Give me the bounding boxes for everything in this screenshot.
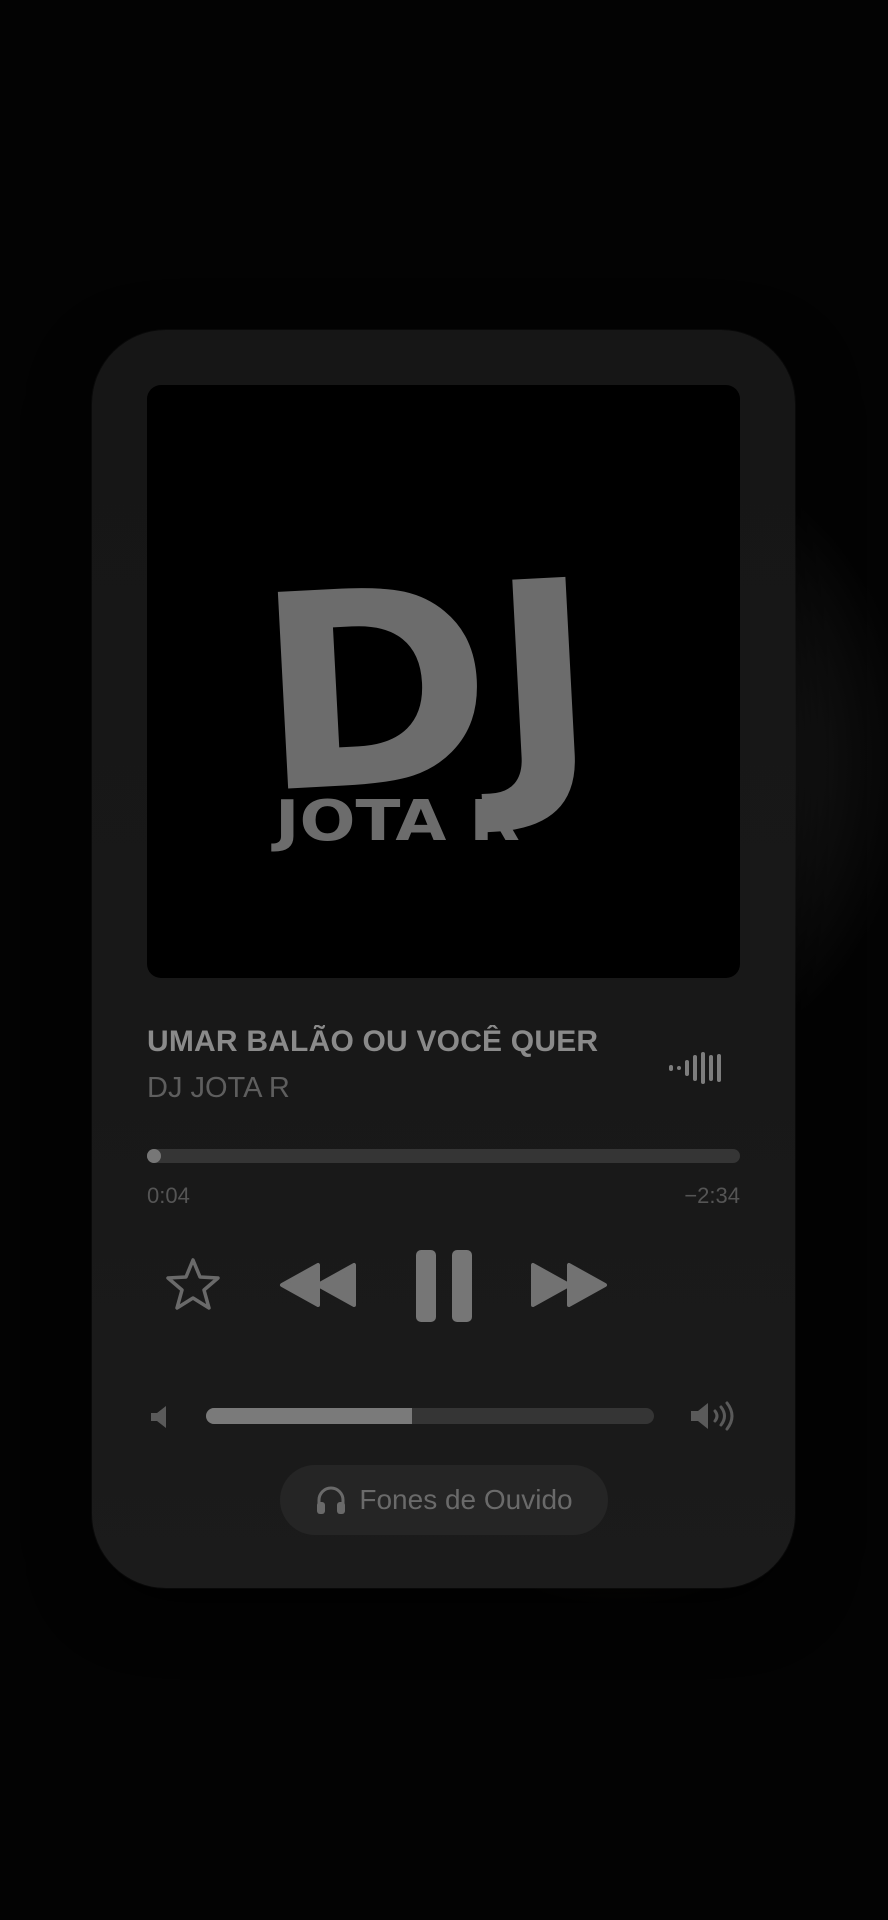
artist-name[interactable]: DJ JOTA R <box>147 1072 290 1105</box>
now-playing-card: DJ JOTA R UMAR BALÃO OU VOCÊ QUER DJ JOT… <box>92 330 795 1588</box>
star-icon[interactable] <box>164 1256 222 1314</box>
volume-slider[interactable] <box>206 1408 654 1424</box>
pause-icon[interactable] <box>414 1248 474 1324</box>
track-title[interactable]: UMAR BALÃO OU VOCÊ QUER <box>147 1025 617 1059</box>
audio-output-button[interactable]: Fones de Ouvido <box>280 1465 608 1535</box>
volume-level <box>206 1408 413 1424</box>
time-remaining: −2:34 <box>684 1183 740 1208</box>
logo-small-text: JOTA R <box>270 789 520 854</box>
time-elapsed: 0:04 <box>147 1183 190 1208</box>
rewind-icon[interactable] <box>277 1261 359 1309</box>
audio-output-label: Fones de Ouvido <box>359 1484 573 1515</box>
playback-scrubber[interactable] <box>147 1149 740 1163</box>
speaker-low-icon <box>151 1406 166 1428</box>
track-title-container: UMAR BALÃO OU VOCÊ QUER <box>147 1025 617 1059</box>
speaker-high-icon <box>691 1401 734 1431</box>
playback-progress <box>147 1149 161 1163</box>
headphones-icon <box>317 1486 346 1514</box>
fast-forward-icon[interactable] <box>528 1261 610 1309</box>
dj-logo: DJ JOTA R <box>249 521 605 854</box>
album-artwork: DJ JOTA R <box>147 385 740 978</box>
audio-waveform-icon <box>669 1052 721 1084</box>
